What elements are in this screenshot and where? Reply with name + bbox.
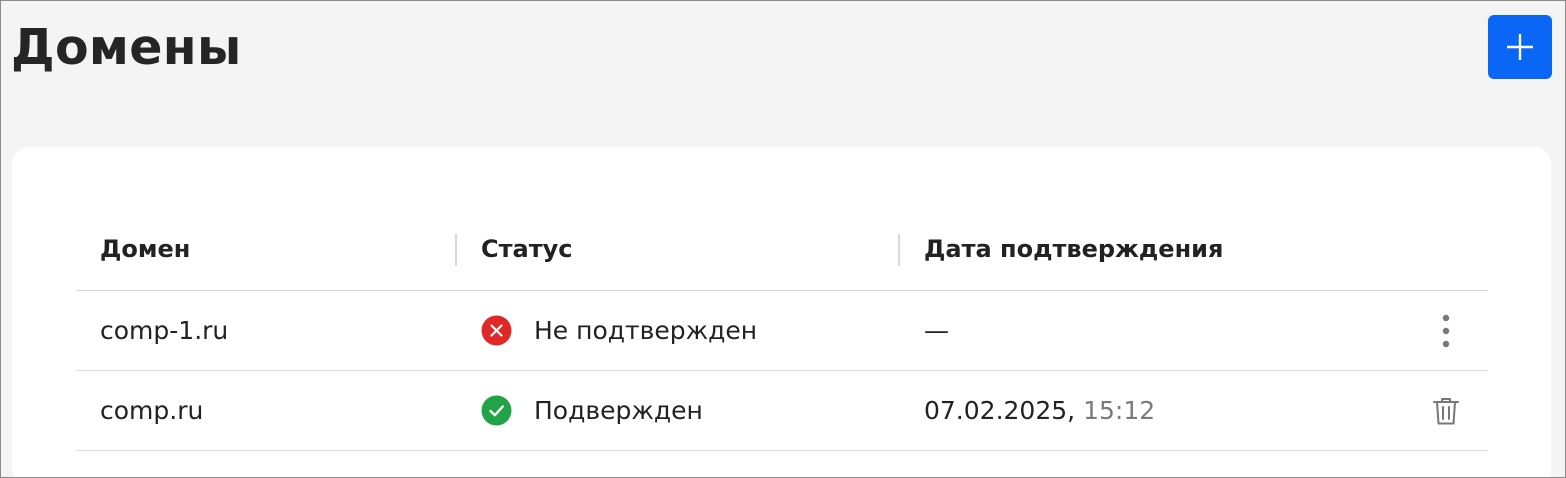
more-vertical-icon [1442, 314, 1450, 347]
status-cell: Подвержден [481, 371, 703, 450]
column-header-confirmation-date[interactable]: Дата подтверждения [924, 207, 1223, 290]
page-title: Домены [11, 19, 242, 76]
plus-icon [1507, 34, 1533, 60]
date-value: 07.02.2025, [924, 396, 1076, 425]
trash-icon [1433, 397, 1459, 424]
delete-button[interactable] [1428, 371, 1464, 450]
domain-name: comp.ru [100, 396, 204, 425]
column-header-status[interactable]: Статус [481, 207, 573, 290]
domain-name: comp-1.ru [100, 316, 229, 345]
column-header-domain[interactable]: Домен [100, 207, 190, 290]
domains-card: Домен Статус Дата подтверждения comp-1.r… [12, 147, 1551, 477]
confirmation-date: — [924, 291, 949, 370]
error-circle-icon [481, 315, 512, 346]
column-divider [455, 234, 457, 266]
status-text: Не подтвержден [534, 316, 758, 345]
time-value: 15:12 [1083, 396, 1156, 425]
status-text: Подвержден [534, 396, 703, 425]
confirmation-date: 07.02.2025, 15:12 [924, 371, 1155, 450]
add-domain-button[interactable] [1488, 15, 1552, 79]
table-row[interactable]: comp.ru Подвержден 07.02.2025, 15:12 [76, 371, 1488, 451]
table-header: Домен Статус Дата подтверждения [76, 207, 1488, 291]
domains-page: Домены Домен Статус Дата подтверждения c… [0, 0, 1566, 478]
check-circle-icon [481, 395, 512, 426]
more-actions-button[interactable] [1428, 291, 1464, 370]
date-value: — [924, 316, 949, 345]
column-divider [898, 234, 900, 266]
status-cell: Не подтвержден [481, 291, 757, 370]
table-row[interactable]: comp-1.ru Не подтвержден — [76, 291, 1488, 371]
domains-table: Домен Статус Дата подтверждения comp-1.r… [76, 207, 1488, 451]
